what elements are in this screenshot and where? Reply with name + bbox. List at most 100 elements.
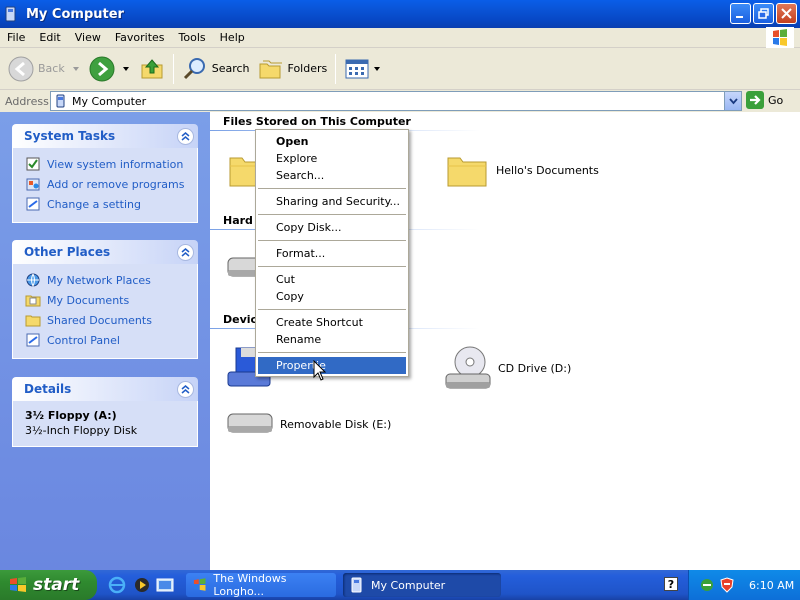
group-header-hard-disks: Hard	[223, 214, 253, 227]
network-places-icon	[26, 273, 40, 288]
add-remove-programs-link[interactable]: Add or remove programs	[25, 174, 187, 194]
details-name: 3½ Floppy (A:)	[25, 409, 117, 422]
menu-separator	[258, 214, 406, 215]
menu-item-open[interactable]: Open	[258, 133, 406, 150]
system-tray: 6:10 AM	[688, 570, 800, 600]
help-icon[interactable]: ?	[664, 577, 678, 591]
menu-item-format[interactable]: Format...	[258, 245, 406, 262]
folders-button[interactable]: Folders	[254, 51, 332, 87]
task-my-computer[interactable]: My Computer	[343, 573, 501, 597]
minimize-button[interactable]	[730, 3, 751, 24]
dropdown-arrow-icon	[122, 66, 129, 71]
windows-logo-icon	[766, 27, 794, 48]
change-setting-link[interactable]: Change a setting	[25, 194, 187, 214]
back-arrow-icon	[8, 56, 34, 81]
show-desktop-icon[interactable]	[156, 576, 174, 594]
my-computer-icon	[5, 6, 16, 22]
menu-item-create-shortcut[interactable]: Create Shortcut	[258, 314, 406, 331]
chevron-up-icon[interactable]	[177, 243, 194, 261]
control-panel-link[interactable]: Control Panel	[25, 330, 187, 350]
menu-item-copy-disk[interactable]: Copy Disk...	[258, 219, 406, 236]
my-network-places-link[interactable]: My Network Places	[25, 270, 187, 290]
details-description: 3½-Inch Floppy Disk	[25, 424, 138, 437]
menu-separator	[258, 240, 406, 241]
menu-item-search[interactable]: Search...	[258, 167, 406, 184]
menu-view[interactable]: View	[68, 31, 108, 44]
go-button[interactable]: Go	[746, 91, 783, 109]
search-button[interactable]: Search	[178, 51, 254, 87]
system-tasks-panel: System Tasks View system information Add…	[12, 124, 198, 223]
menu-file[interactable]: File	[0, 31, 32, 44]
menu-bar: File Edit View Favorites Tools Help	[0, 27, 800, 48]
menu-item-properties[interactable]: Propertie	[258, 357, 406, 374]
context-menu: Open Explore Search... Sharing and Secur…	[255, 129, 409, 377]
address-input[interactable]: My Computer	[50, 91, 742, 111]
address-value: My Computer	[72, 94, 147, 108]
menu-item-cut[interactable]: Cut	[258, 271, 406, 288]
taskbar: start The Windows Longho... My Computer …	[0, 570, 800, 600]
search-icon	[183, 57, 205, 79]
control-panel-icon	[26, 333, 40, 347]
menu-separator	[258, 266, 406, 267]
toolbar-separator	[172, 53, 174, 84]
toolbar-separator	[335, 53, 337, 84]
menu-item-sharing-security[interactable]: Sharing and Security...	[258, 193, 406, 210]
task-windows-longhorn[interactable]: The Windows Longho...	[186, 572, 336, 598]
folder-icon	[447, 157, 487, 187]
shared-documents-link[interactable]: Shared Documents	[25, 310, 187, 330]
menu-item-copy[interactable]: Copy	[258, 288, 406, 305]
details-header[interactable]: Details	[12, 377, 198, 401]
media-player-icon[interactable]	[133, 576, 151, 594]
menu-separator	[258, 352, 406, 353]
close-button[interactable]	[776, 3, 797, 24]
clock: 6:10 AM	[749, 578, 795, 592]
windows-flag-icon	[193, 578, 206, 591]
window-title: My Computer	[26, 6, 124, 22]
group-header-devices: Devic	[223, 313, 258, 326]
internet-explorer-icon[interactable]	[108, 576, 126, 594]
toolbar: Back Search Folders	[0, 48, 800, 90]
chevron-up-icon[interactable]	[177, 127, 194, 145]
menu-edit[interactable]: Edit	[32, 31, 67, 44]
restore-icon	[758, 8, 769, 19]
removable-disk-e[interactable]: Removable Disk (E:)	[226, 408, 391, 440]
add-remove-icon	[26, 178, 40, 191]
maximize-button[interactable]	[753, 3, 774, 24]
close-icon	[781, 8, 792, 19]
start-button[interactable]: start	[0, 570, 97, 600]
menu-item-explore[interactable]: Explore	[258, 150, 406, 167]
title-bar[interactable]: My Computer	[0, 0, 800, 28]
control-panel-icon	[26, 197, 40, 211]
mouse-cursor-icon	[313, 360, 327, 381]
group-header-files: Files Stored on This Computer	[223, 115, 411, 128]
views-icon	[345, 59, 369, 78]
cd-drive-d[interactable]: CD Drive (D:)	[444, 344, 571, 392]
address-label: Address	[5, 94, 49, 108]
minimize-icon	[736, 16, 743, 18]
menu-tools[interactable]: Tools	[172, 31, 213, 44]
network-status-icon[interactable]	[699, 577, 715, 593]
forward-button[interactable]	[85, 51, 135, 87]
view-system-info-link[interactable]: View system information	[25, 154, 187, 174]
shared-folder-icon	[25, 315, 41, 327]
chevron-up-icon[interactable]	[177, 380, 194, 398]
views-button[interactable]	[340, 51, 386, 87]
my-documents-link[interactable]: My Documents	[25, 290, 187, 310]
task-pane: System Tasks View system information Add…	[0, 112, 210, 570]
up-folder-button[interactable]	[135, 51, 169, 87]
back-button[interactable]: Back	[4, 51, 85, 87]
menu-separator	[258, 309, 406, 310]
menu-favorites[interactable]: Favorites	[108, 31, 172, 44]
hellos-documents-folder[interactable]: Hello's Documents	[446, 150, 599, 190]
cd-drive-icon	[445, 346, 491, 389]
address-dropdown-button[interactable]	[724, 92, 741, 110]
dropdown-arrow-icon	[72, 66, 79, 71]
menu-help[interactable]: Help	[213, 31, 252, 44]
go-arrow-icon	[746, 91, 764, 109]
my-computer-icon	[56, 94, 65, 108]
system-tasks-header[interactable]: System Tasks	[12, 124, 198, 148]
security-shield-icon[interactable]	[719, 577, 735, 593]
menu-item-rename[interactable]: Rename	[258, 331, 406, 348]
other-places-header[interactable]: Other Places	[12, 240, 198, 264]
removable-disk-icon	[227, 413, 273, 433]
